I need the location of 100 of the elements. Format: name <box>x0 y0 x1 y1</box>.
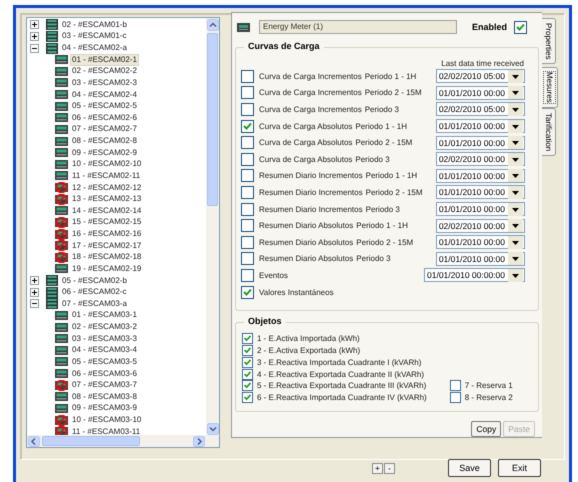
tree-item[interactable]: 05 - #ESCAM02-b <box>61 276 128 286</box>
date-dropdown[interactable]: 01/01/2010 00:00:00 <box>424 268 525 282</box>
tree-item[interactable]: 17 - #ESCAM02-17 <box>71 240 142 251</box>
checkbox[interactable] <box>241 86 254 100</box>
scroll-thumb[interactable] <box>206 33 218 206</box>
checkbox[interactable] <box>241 286 254 299</box>
copy-button[interactable]: Copy <box>471 421 502 437</box>
tree-item[interactable]: 19 - #ESCAM02-19 <box>71 264 142 274</box>
checkbox[interactable] <box>242 356 254 368</box>
checkbox[interactable] <box>241 268 254 282</box>
tree-item[interactable]: 18 - #ESCAM02-18 <box>71 252 142 262</box>
tree-item[interactable]: 09 - #ESCAM03-9 <box>71 403 138 414</box>
tree-item[interactable]: 11 - #ESCAM03-11 <box>71 426 142 435</box>
date-dropdown[interactable]: 01/01/2010 00:00 <box>436 136 525 150</box>
tree-item[interactable]: 04 - #ESCAM03-4 <box>71 345 138 356</box>
tab[interactable]: Tarification <box>542 108 556 156</box>
tree-item[interactable]: 01 - #ESCAM03-1 <box>71 310 138 320</box>
tree-item[interactable]: 06 - #ESCAM02-6 <box>71 112 138 123</box>
tree-item[interactable]: 14 - #ESCAM02-14 <box>71 206 142 216</box>
date-dropdown[interactable]: 01/01/2010 00:00 <box>436 202 525 216</box>
date-dropdown[interactable]: 01/01/2010 00:00 <box>436 168 525 183</box>
tree-item[interactable]: 05 - #ESCAM03-5 <box>71 356 138 367</box>
tree-item[interactable]: 12 - #ESCAM02-12 <box>71 182 142 193</box>
tree-item[interactable]: 08 - #ESCAM03-8 <box>71 392 138 402</box>
checkbox[interactable] <box>450 392 461 403</box>
tree-item[interactable]: 02 - #ESCAM01-b <box>61 20 128 30</box>
horizontal-scrollbar[interactable] <box>27 435 219 447</box>
tree-item[interactable]: 02 - #ESCAM03-2 <box>71 322 138 332</box>
date-dropdown[interactable]: 02/02/2010 05:00 <box>436 102 525 116</box>
tree-item[interactable]: 03 - #ESCAM01-c <box>61 31 128 42</box>
checkbox[interactable] <box>241 169 254 182</box>
save-button[interactable]: Save <box>448 459 491 477</box>
tree-item[interactable]: 13 - #ESCAM02-13 <box>71 194 142 204</box>
tree-item[interactable]: 07 - #ESCAM03-a <box>61 298 128 309</box>
scroll-thumb[interactable] <box>42 436 140 446</box>
checkbox[interactable] <box>242 345 254 356</box>
tree-item[interactable]: 15 - #ESCAM02-15 <box>71 217 142 228</box>
checkbox[interactable] <box>241 202 254 216</box>
checkbox[interactable] <box>241 102 254 116</box>
period-label: Periodo 2 - 15M <box>355 138 412 148</box>
collapse-icon[interactable] <box>30 299 39 308</box>
scroll-up-icon[interactable] <box>206 19 218 31</box>
tree-item[interactable]: 04 - #ESCAM02-a <box>61 43 128 54</box>
expand-icon[interactable] <box>30 32 39 41</box>
checkbox[interactable] <box>241 70 254 83</box>
checkbox[interactable] <box>450 380 461 392</box>
date-dropdown[interactable]: 01/01/2010 00:00 <box>436 252 525 266</box>
tree-item[interactable]: 03 - #ESCAM03-3 <box>71 334 138 344</box>
checkbox[interactable] <box>241 219 254 232</box>
tree-item[interactable]: 01 - #ESCAM02-1 <box>71 54 138 65</box>
date-dropdown[interactable]: 02/02/2010 00:00 <box>436 218 525 233</box>
date-dropdown[interactable]: 01/01/2010 00:00 <box>436 86 525 100</box>
date-dropdown[interactable]: 01/01/2010 00:00 <box>436 235 525 250</box>
vertical-scrollbar[interactable] <box>206 18 219 435</box>
tree-view[interactable] <box>26 17 220 448</box>
scroll-down-icon[interactable] <box>206 423 218 435</box>
tree-item[interactable]: 06 - #ESCAM02-c <box>61 287 128 298</box>
remove-button[interactable]: - <box>384 462 395 474</box>
tree-item[interactable]: 11 - #ESCAM02-11 <box>71 170 142 181</box>
checkbox[interactable] <box>514 20 528 34</box>
tree-item[interactable]: 16 - #ESCAM02-16 <box>71 229 142 240</box>
expand-icon[interactable] <box>30 288 39 297</box>
checkbox[interactable] <box>241 252 254 266</box>
collapse-icon[interactable] <box>30 44 39 53</box>
rack-icon <box>46 275 58 286</box>
add-button[interactable]: + <box>372 462 383 474</box>
expand-icon[interactable] <box>30 20 39 30</box>
tree-item[interactable]: 07 - #ESCAM02-7 <box>71 124 138 134</box>
checkbox[interactable] <box>241 152 254 166</box>
checkbox[interactable] <box>241 136 254 150</box>
date-dropdown[interactable]: 02/02/2010 00:00 <box>436 152 525 166</box>
checkbox[interactable] <box>242 380 254 392</box>
tab[interactable]: Mesures <box>542 67 558 108</box>
date-dropdown[interactable]: 01/01/2010 00:00 <box>436 119 525 134</box>
scroll-right-icon[interactable] <box>193 436 205 446</box>
tree-item[interactable]: 03 - #ESCAM02-3 <box>71 78 138 88</box>
scroll-left-icon[interactable] <box>28 436 40 446</box>
tree-item[interactable]: 02 - #ESCAM02-2 <box>71 66 138 76</box>
checkbox[interactable] <box>242 368 254 380</box>
date-dropdown[interactable]: 01/01/2010 00:00 <box>436 185 525 200</box>
checkbox[interactable] <box>242 333 254 344</box>
checkbox-label: Resumen Diario Incrementos <box>259 204 363 214</box>
tree-item[interactable]: 10 - #ESCAM03-10 <box>71 415 142 426</box>
tab[interactable]: Properties <box>542 18 556 64</box>
checkbox[interactable] <box>241 120 254 133</box>
tree-item[interactable]: 04 - #ESCAM02-4 <box>71 90 138 100</box>
tree-item[interactable]: 05 - #ESCAM02-5 <box>71 101 138 112</box>
checkbox[interactable] <box>242 392 254 403</box>
exit-button[interactable]: Exit <box>498 459 541 477</box>
tree-item[interactable]: 10 - #ESCAM02-10 <box>71 159 142 170</box>
checkbox[interactable] <box>241 186 254 199</box>
tree-item[interactable]: 08 - #ESCAM02-8 <box>71 136 138 146</box>
name-field[interactable]: Energy Meter (1) <box>259 20 457 34</box>
period-label: Periodo 2 - 15M <box>364 88 422 98</box>
tree-item[interactable]: 07 - #ESCAM03-7 <box>71 380 138 390</box>
date-dropdown[interactable]: 02/02/2010 05:00 <box>436 69 525 84</box>
checkbox[interactable] <box>241 236 254 249</box>
expand-icon[interactable] <box>30 276 39 286</box>
tree-item[interactable]: 06 - #ESCAM03-6 <box>71 368 138 379</box>
tree-item[interactable]: 09 - #ESCAM02-9 <box>71 148 138 158</box>
